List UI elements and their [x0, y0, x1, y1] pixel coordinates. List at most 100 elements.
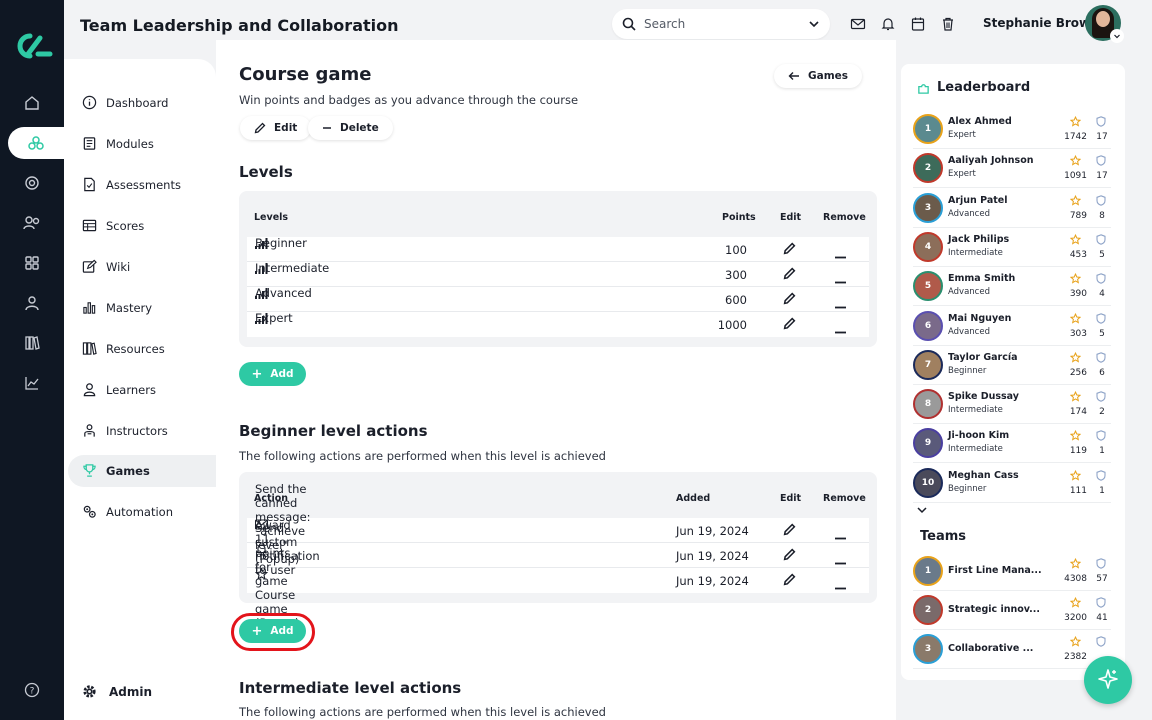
- sidebar-item-instructors[interactable]: Instructors: [68, 415, 216, 447]
- leaderboard-row[interactable]: 7 Taylor García Beginner 256 6: [913, 346, 1111, 385]
- page-title: Course game: [239, 64, 372, 85]
- pencil-icon[interactable]: [783, 548, 796, 564]
- ai-assistant-button[interactable]: [1084, 656, 1132, 704]
- rank-number: 10: [921, 477, 935, 488]
- pencil-icon[interactable]: [783, 292, 796, 308]
- learner-name: Mai Nguyen: [948, 312, 1012, 324]
- sidebar-item-learners[interactable]: Learners: [68, 374, 216, 406]
- star-icon: [1069, 391, 1082, 405]
- remove-icon[interactable]: [835, 248, 846, 262]
- logo-icon[interactable]: [10, 30, 54, 62]
- level-name: Beginner: [255, 236, 307, 250]
- pencil-icon[interactable]: [783, 573, 796, 589]
- remove-icon[interactable]: [835, 554, 846, 568]
- leaderboard-row[interactable]: 6 Mai Nguyen Advanced 303 5: [913, 307, 1111, 346]
- column-header-added: Added: [676, 493, 711, 504]
- edit-game-button[interactable]: Edit: [240, 116, 312, 140]
- leaderboard-row[interactable]: 9 Ji-hoon Kim Intermediate 119 1: [913, 424, 1111, 464]
- calendar-icon[interactable]: [910, 16, 926, 32]
- pencil-icon[interactable]: [783, 523, 796, 539]
- team-row[interactable]: 1 First Line Mana... 4308 57: [913, 552, 1111, 591]
- sidebar-item-dashboard[interactable]: Dashboard: [68, 87, 216, 119]
- trash-icon[interactable]: [940, 16, 956, 32]
- team-row[interactable]: 3 Collaborative ... 2382: [913, 630, 1111, 669]
- chevron-down-icon[interactable]: [916, 504, 928, 518]
- leaderboard-row[interactable]: 8 Spike Dussay Intermediate 174 2: [913, 385, 1111, 425]
- user-name[interactable]: Stephanie Brown: [983, 16, 1099, 30]
- action-added-date: Jun 19, 2024: [676, 549, 749, 563]
- rank-number: 5: [924, 281, 932, 292]
- sidebar-nav: Dashboard Modules Assessments Scores Wik…: [64, 59, 216, 720]
- remove-icon[interactable]: [835, 273, 846, 287]
- leaderboard-row[interactable]: 3 Arjun Patel Advanced 789 8: [913, 189, 1111, 228]
- sidebar-item-modules[interactable]: Modules: [68, 128, 216, 160]
- column-header-edit: Edit: [780, 493, 802, 504]
- rail-user-icon[interactable]: [0, 288, 64, 318]
- badges-value: 41: [1096, 613, 1108, 623]
- avatar: 5: [913, 271, 943, 302]
- levels-table: Levels Points Edit Remove Beginner 100 I…: [239, 191, 877, 347]
- learner-name: Jack Philips: [948, 233, 1010, 245]
- rail-people-icon[interactable]: [0, 208, 64, 238]
- leaderboard-row[interactable]: 1 Alex Ahmed Expert 1742 17: [913, 110, 1111, 149]
- rail-chart-icon[interactable]: [0, 368, 64, 398]
- sidebar-item-scores[interactable]: Scores: [68, 210, 216, 242]
- rail-help-icon[interactable]: ?: [0, 675, 64, 705]
- rank-number: 2: [924, 163, 932, 174]
- level-points: 100: [725, 243, 747, 257]
- leaderboard-row[interactable]: 10 Meghan Cass Beginner 111 1: [913, 464, 1111, 503]
- remove-icon[interactable]: [835, 298, 846, 312]
- avatar: 3: [913, 634, 943, 664]
- table-row: Intermediate 300: [247, 261, 869, 287]
- sidebar-item-resources[interactable]: Resources: [68, 333, 216, 365]
- leaderboard-row[interactable]: 2 Aaliyah Johnson Expert 1091 17: [913, 149, 1111, 189]
- learner-name: Spike Dussay: [948, 391, 1019, 403]
- sidebar-item-games[interactable]: Games: [68, 455, 216, 487]
- add-level-button[interactable]: + Add: [239, 362, 306, 386]
- points-value: 119: [1069, 446, 1087, 457]
- sidebar-item-assessments[interactable]: Assessments: [68, 169, 216, 201]
- pencil-icon[interactable]: [783, 317, 796, 333]
- main-content: Course game Win points and badges as you…: [216, 40, 896, 720]
- back-to-games-button[interactable]: Games: [774, 64, 863, 88]
- pencil-icon[interactable]: [783, 267, 796, 283]
- bell-icon[interactable]: [880, 16, 896, 32]
- avatar: 7: [913, 349, 943, 380]
- trophy-icon: [82, 463, 98, 479]
- rail-grid-icon[interactable]: [0, 248, 64, 278]
- table-icon: [82, 218, 98, 234]
- team-row[interactable]: 2 Strategic innov... 3200 41: [913, 591, 1111, 630]
- level-name: Advanced: [255, 286, 312, 300]
- column-header-edit: Edit: [780, 212, 802, 223]
- rail-modules-icon[interactable]: [8, 127, 64, 159]
- remove-icon[interactable]: [835, 579, 846, 593]
- sidebar-item-automation[interactable]: Automation: [68, 496, 216, 528]
- rail-library-icon[interactable]: [0, 328, 64, 358]
- remove-icon[interactable]: [835, 323, 846, 337]
- sidebar-item-mastery[interactable]: Mastery: [68, 292, 216, 324]
- points-value: 303: [1069, 328, 1087, 339]
- learner-level: Intermediate: [948, 444, 1003, 455]
- chevron-down-icon[interactable]: [1110, 29, 1124, 43]
- badges-value: 57: [1096, 574, 1108, 584]
- learner-name: Meghan Cass: [948, 469, 1019, 481]
- star-icon: [1069, 273, 1082, 287]
- pencil-icon[interactable]: [783, 242, 796, 258]
- points-value: 174: [1069, 407, 1087, 418]
- leaderboard-row[interactable]: 4 Jack Philips Intermediate 453 5: [913, 228, 1111, 267]
- admin-link[interactable]: Admin: [82, 684, 152, 699]
- avatar: 8: [913, 389, 943, 420]
- leaderboard-row[interactable]: 5 Emma Smith Advanced 390 4: [913, 267, 1111, 307]
- chevron-down-icon[interactable]: [808, 18, 820, 30]
- highlight-ring: [231, 613, 315, 651]
- mail-icon[interactable]: [850, 16, 866, 32]
- remove-icon[interactable]: [835, 529, 846, 543]
- search-input[interactable]: Search: [612, 9, 830, 39]
- rail-target-icon[interactable]: [0, 168, 64, 198]
- sidebar-item-wiki[interactable]: Wiki: [68, 251, 216, 283]
- beginner-actions-description: The following actions are performed when…: [239, 449, 606, 463]
- rail-home-icon[interactable]: [0, 88, 64, 118]
- delete-game-button[interactable]: Delete: [308, 116, 393, 140]
- learner-level: Expert: [948, 130, 976, 140]
- sparkle-icon: [1097, 668, 1119, 693]
